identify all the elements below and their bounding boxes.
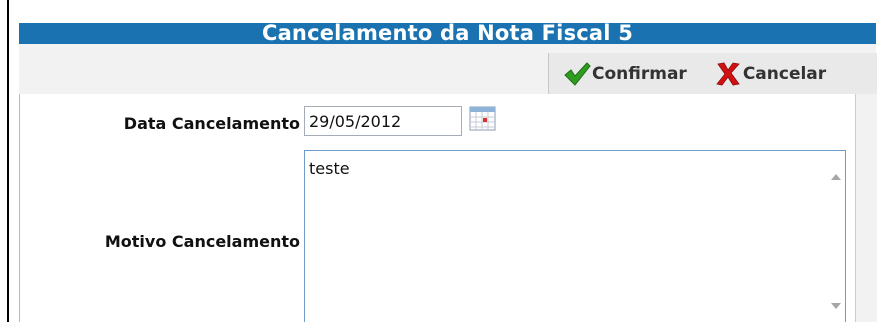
calendar-icon[interactable]: [469, 106, 497, 132]
window-left-border: [7, 0, 9, 322]
reason-scrollbar[interactable]: [826, 151, 845, 323]
dialog-title: Cancelamento da Nota Fiscal 5: [261, 20, 634, 45]
confirm-button[interactable]: Confirmar: [562, 53, 687, 94]
reason-textarea-frame: teste: [304, 150, 846, 323]
confirm-button-label: Confirmar: [592, 63, 687, 84]
cancel-button[interactable]: Cancelar: [713, 53, 826, 94]
date-cancel-input[interactable]: [304, 106, 462, 136]
cancel-button-label: Cancelar: [742, 63, 827, 84]
reason-label: Motivo Cancelamento: [104, 232, 300, 251]
x-mark-icon: [713, 59, 743, 89]
dialog-title-bar: Cancelamento da Nota Fiscal 5: [19, 20, 876, 45]
scroll-up-arrow-icon[interactable]: [831, 165, 841, 184]
reason-textarea[interactable]: teste: [305, 151, 825, 323]
checkmark-icon: [562, 59, 592, 89]
panel-right-strip: [855, 94, 877, 322]
date-cancel-label: Data Cancelamento: [123, 114, 300, 133]
scroll-down-arrow-icon[interactable]: [831, 294, 841, 313]
action-toolbar: Confirmar Cancelar: [548, 53, 877, 94]
